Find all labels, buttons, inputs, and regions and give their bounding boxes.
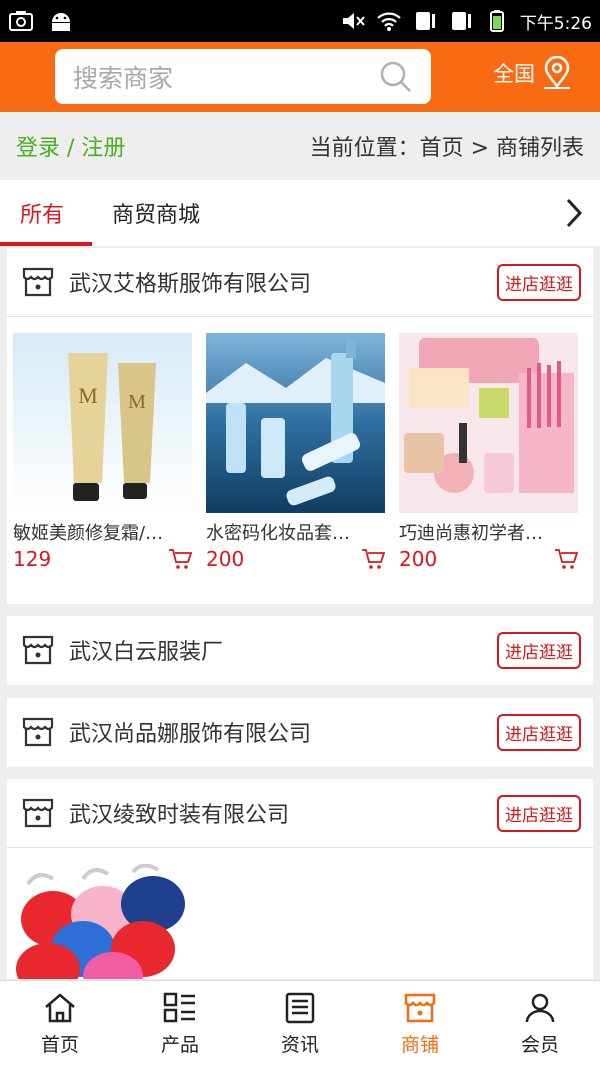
shop-icon <box>404 993 436 1022</box>
nav-shops[interactable]: 商铺 <box>360 981 480 1067</box>
visit-shop-button[interactable]: 进店逛逛 <box>497 794 581 832</box>
nav-news[interactable]: 资讯 <box>240 981 360 1067</box>
shop-card: 武汉绫致时装有限公司 进店逛逛 <box>7 779 593 979</box>
news-icon <box>285 992 315 1023</box>
makeup-kit-image <box>404 338 574 493</box>
screenshot-icon <box>9 11 33 31</box>
search-icon[interactable] <box>379 60 413 94</box>
visit-shop-button[interactable]: 进店逛逛 <box>497 631 581 669</box>
nav-shops-label: 商铺 <box>400 1033 439 1056</box>
search-input[interactable]: 搜索商家 <box>55 49 431 104</box>
shop-card: 武汉艾格斯服饰有限公司 进店逛逛 M M 敏姬美颜修复霜/… 129 水密码化妆… <box>7 248 593 604</box>
product-price: 129 <box>13 547 52 571</box>
status-time: 下午5:26 <box>519 13 592 34</box>
product-price: 200 <box>206 547 245 571</box>
visit-shop-button[interactable]: 进店逛逛 <box>497 713 581 751</box>
mute-icon <box>342 13 365 29</box>
nav-home-label: 首页 <box>40 1033 79 1056</box>
user-icon <box>525 993 555 1022</box>
nav-home[interactable]: 首页 <box>0 981 120 1067</box>
product-item[interactable]: 水密码化妆品套… 200 <box>206 333 385 571</box>
region-selector[interactable]: 全国 <box>493 56 573 90</box>
sim2-signal-icon <box>451 12 471 30</box>
product-item[interactable]: M M 敏姬美颜修复霜/… 129 <box>13 333 192 571</box>
store-icon <box>22 717 54 747</box>
breadcrumb: 登录 / 注册 当前位置：首页 > 商铺列表 <box>0 112 600 180</box>
caps-image <box>16 864 185 979</box>
product-image[interactable] <box>399 333 578 513</box>
product-name: 敏姬美颜修复霜/… <box>13 523 164 544</box>
region-label: 全国 <box>493 62 535 86</box>
bottom-nav: 首页 产品 资讯 商铺 会员 <box>0 980 600 1067</box>
product-image[interactable] <box>13 864 192 979</box>
divider <box>7 847 593 848</box>
skincare-set-image <box>206 338 385 506</box>
cart-icon[interactable] <box>168 548 192 570</box>
active-tab-indicator <box>0 242 92 246</box>
current-location: 当前位置：首页 > 商铺列表 <box>309 136 584 161</box>
cream-tube-image: M M <box>68 353 156 501</box>
header: 搜索商家 全国 <box>0 42 600 112</box>
product-name: 巧迪尚惠初学者… <box>399 523 543 544</box>
store-icon <box>22 267 54 297</box>
location-pin-icon <box>544 56 570 89</box>
shop-name[interactable]: 武汉尚品娜服饰有限公司 <box>69 716 497 748</box>
battery-icon <box>489 10 504 32</box>
nav-products-label: 产品 <box>160 1033 199 1056</box>
wifi-icon <box>377 12 401 31</box>
product-name: 水密码化妆品套… <box>206 523 350 544</box>
cart-icon[interactable] <box>361 548 385 570</box>
shop-name[interactable]: 武汉白云服装厂 <box>69 634 497 666</box>
nav-member[interactable]: 会员 <box>480 981 600 1067</box>
product-grid-icon <box>163 992 195 1022</box>
store-icon <box>22 798 54 828</box>
search-placeholder: 搜索商家 <box>73 63 174 93</box>
shop-name[interactable]: 武汉艾格斯服饰有限公司 <box>69 266 497 298</box>
category-tabs: 所有 商贸商城 <box>0 180 600 246</box>
product-price: 200 <box>399 547 438 571</box>
store-icon <box>22 635 54 665</box>
product-image[interactable]: M M <box>13 333 192 513</box>
sim1-signal-icon <box>415 12 435 30</box>
shop-card: 武汉白云服装厂 进店逛逛 <box>7 616 593 685</box>
nav-products[interactable]: 产品 <box>120 981 240 1067</box>
cart-icon[interactable] <box>554 548 578 570</box>
status-bar: 下午5:26 <box>0 0 600 42</box>
android-icon <box>52 13 70 31</box>
shop-name[interactable]: 武汉绫致时装有限公司 <box>69 797 497 829</box>
svg-text:M: M <box>78 383 98 408</box>
home-icon <box>45 992 75 1022</box>
login-register-link[interactable]: 登录 / 注册 <box>16 130 125 162</box>
visit-shop-button[interactable]: 进店逛逛 <box>497 263 581 301</box>
shop-card: 武汉尚品娜服饰有限公司 进店逛逛 <box>7 698 593 767</box>
tab-trade-mall[interactable]: 商贸商城 <box>112 180 200 246</box>
nav-member-label: 会员 <box>520 1033 559 1056</box>
svg-text:M: M <box>128 391 146 413</box>
tab-all[interactable]: 所有 <box>20 180 64 246</box>
product-item[interactable]: 巧迪尚惠初学者… 200 <box>399 333 578 571</box>
product-image[interactable] <box>206 333 385 513</box>
chevron-right-icon[interactable] <box>562 196 586 230</box>
nav-news-label: 资讯 <box>280 1033 319 1056</box>
